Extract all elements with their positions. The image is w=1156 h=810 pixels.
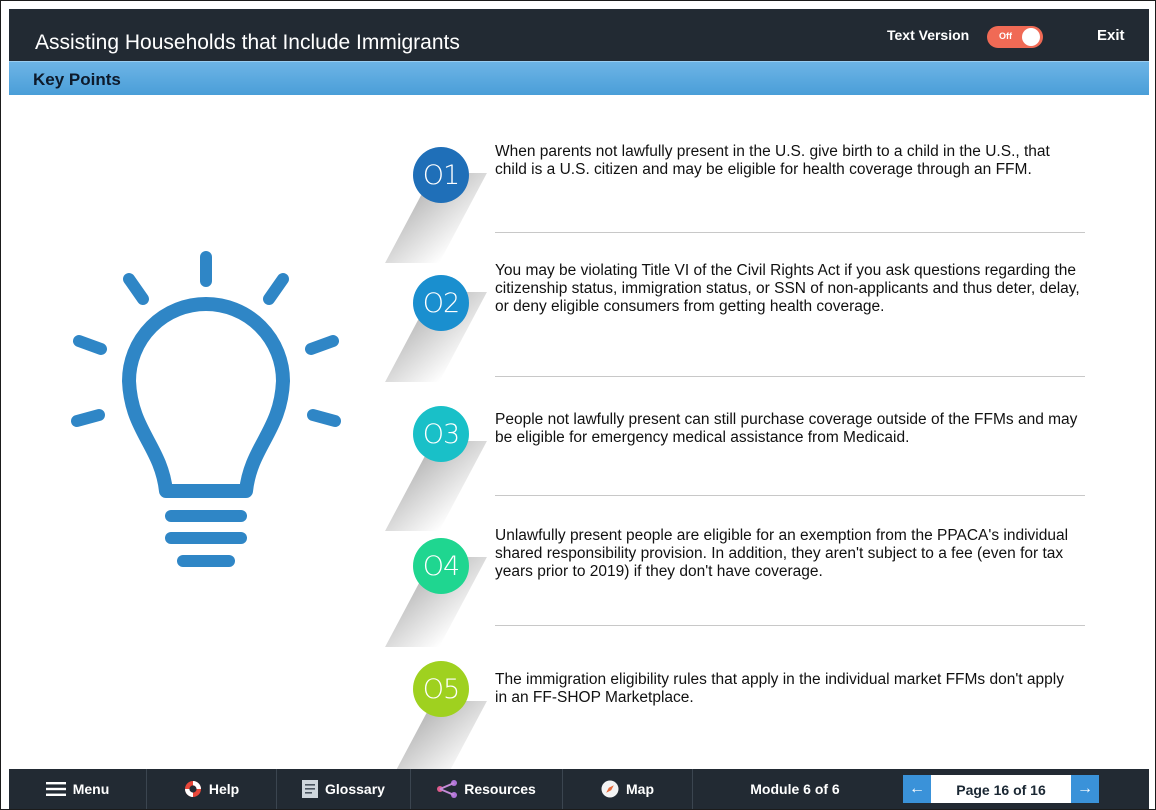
course-window: Assisting Households that Include Immigr…: [0, 0, 1156, 810]
glossary-label: Glossary: [325, 781, 385, 797]
book-icon: [302, 780, 319, 798]
menu-button[interactable]: Menu: [9, 769, 147, 809]
resources-label: Resources: [464, 781, 536, 797]
point-text: The immigration eligibility rules that a…: [495, 671, 1064, 706]
glossary-button[interactable]: Glossary: [277, 769, 411, 809]
point-number-badge: O5: [413, 661, 469, 717]
course-title: Assisting Households that Include Immigr…: [35, 31, 460, 54]
point-text: When parents not lawfully present in the…: [495, 143, 1050, 178]
bottom-nav: Menu Help Glossary Resources Map Module …: [9, 769, 1149, 809]
divider: [495, 495, 1085, 496]
arrow-right-icon: →: [1077, 780, 1093, 797]
section-title: Key Points: [33, 70, 121, 89]
next-page-button[interactable]: →: [1071, 775, 1099, 803]
divider: [495, 376, 1085, 377]
lifebuoy-icon: [184, 780, 202, 798]
point-number-badge: O4: [413, 538, 469, 594]
section-header: Key Points: [9, 61, 1149, 95]
menu-label: Menu: [72, 781, 110, 797]
module-indicator: Module 6 of 6: [750, 781, 840, 797]
exit-button[interactable]: Exit: [1097, 27, 1125, 44]
arrow-left-icon: ←: [909, 780, 925, 797]
lightbulb-icon: [71, 251, 341, 567]
toggle-knob: [1022, 28, 1040, 46]
divider: [495, 625, 1085, 626]
map-button[interactable]: Map: [563, 769, 693, 809]
pager: ← Page 16 of 16 →: [903, 775, 1099, 803]
point-text: Unlawfully present people are eligible f…: [495, 527, 1069, 580]
help-label: Help: [208, 781, 240, 797]
compass-icon: [601, 780, 619, 798]
hamburger-icon: [45, 782, 66, 796]
point-text: People not lawfully present can still pu…: [495, 411, 1078, 446]
help-button[interactable]: Help: [147, 769, 277, 809]
share-icon: [437, 780, 458, 798]
text-version-label: Text Version: [887, 27, 970, 43]
divider: [495, 232, 1085, 233]
point-number-badge: O3: [413, 406, 469, 462]
toggle-state-label: Off: [999, 31, 1012, 41]
page-indicator: Page 16 of 16: [956, 782, 1046, 798]
previous-page-button[interactable]: ←: [903, 775, 931, 803]
title-bar: Assisting Households that Include Immigr…: [9, 9, 1149, 61]
resources-button[interactable]: Resources: [411, 769, 563, 809]
text-version-toggle[interactable]: Off: [987, 26, 1043, 48]
point-number-badge: O1: [413, 147, 469, 203]
map-label: Map: [626, 781, 654, 797]
point-number-badge: O2: [413, 275, 469, 331]
point-text: You may be violating Title VI of the Civ…: [495, 262, 1080, 315]
